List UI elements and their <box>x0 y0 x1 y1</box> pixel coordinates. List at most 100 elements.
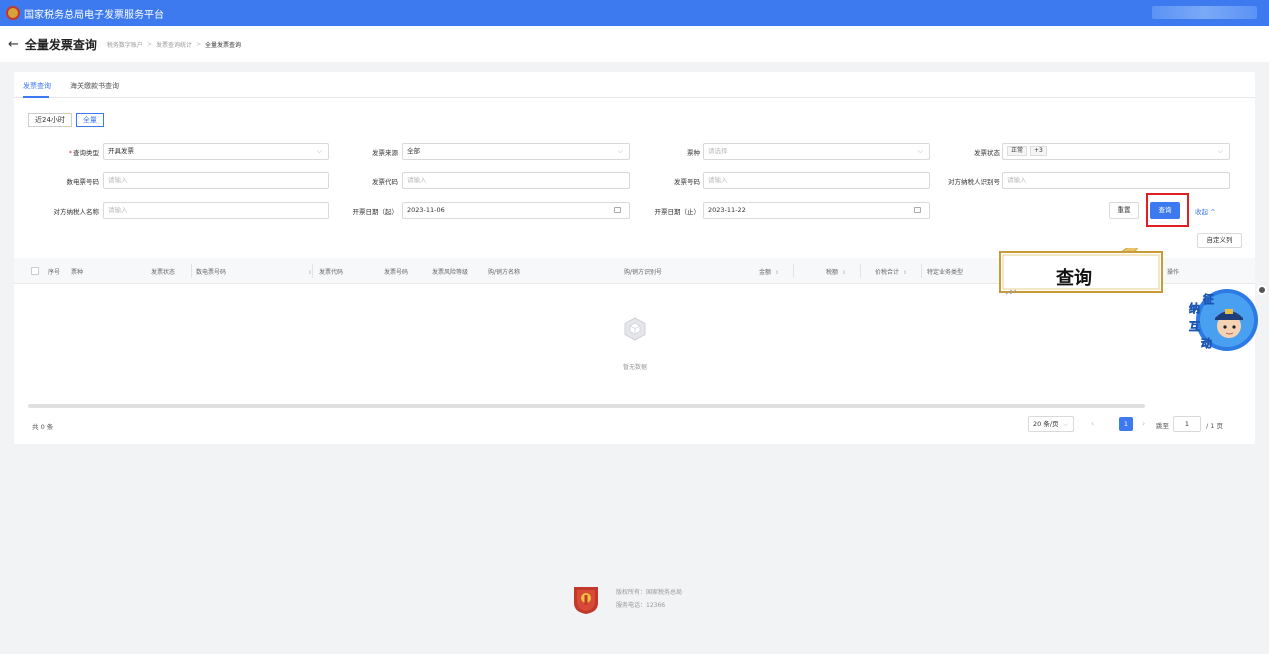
col-header-ticket-type: 票种 <box>71 269 84 276</box>
callout-text: 查询 <box>1056 268 1092 289</box>
footer-copyright: 版权所有：国家税务总局 <box>616 589 683 596</box>
col-header-party-id: 购/销方识别号 <box>624 269 663 276</box>
select-all-checkbox[interactable] <box>31 267 39 275</box>
time-range-toggle: 近24小时 全量 <box>28 113 104 127</box>
page-size-select[interactable]: 20 条/页 ⌵ <box>1028 416 1074 432</box>
invoice-no-input[interactable]: 请输入 <box>703 172 930 189</box>
back-arrow-icon[interactable]: ← <box>8 37 19 52</box>
date-start-picker[interactable]: 2023-11-06 <box>402 202 630 219</box>
column-divider <box>860 264 861 278</box>
col-header-total[interactable]: 价税合计 ⇕ <box>875 267 907 276</box>
total-count: 共 0 条 <box>32 423 54 431</box>
chevron-down-icon: ⌵ <box>617 147 623 155</box>
sort-icon: ⇕ <box>775 270 780 276</box>
filter-row-3: 对方纳税人名称 请输入 开票日期（起） 2023-11-06 开票日期（止） 2… <box>14 202 1255 219</box>
col-header-party-name: 购/销方名称 <box>488 269 521 276</box>
tab-customs-query[interactable]: 海关缴款书查询 <box>70 81 119 91</box>
reset-button[interactable]: 重置 <box>1109 202 1139 219</box>
query-button[interactable]: 查询 <box>1150 202 1180 219</box>
range-all-button[interactable]: 全量 <box>75 113 104 127</box>
mascot-char-2: 纳 <box>1189 301 1200 315</box>
counter-name-label: 对方纳税人名称 <box>53 208 100 216</box>
range-last24h-button[interactable]: 近24小时 <box>28 113 72 127</box>
counter-tax-id-label: 对方纳税人识别号 <box>948 178 1000 186</box>
query-type-select[interactable]: 开具发票 ⌵ <box>103 143 329 160</box>
mascot-char-1: 征 <box>1203 292 1214 306</box>
query-type-label: *查询类型 <box>68 149 99 157</box>
source-select[interactable]: 全部 ⌵ <box>402 143 630 160</box>
status-more-tag: +3 <box>1030 146 1047 156</box>
page-current-button[interactable]: 1 <box>1119 417 1133 431</box>
calendar-icon <box>914 207 921 213</box>
filter-row-1: *查询类型 开具发票 ⌵ 发票来源 全部 ⌵ 票种 请选择 ⌵ 发票状态 正常 +3 ⌵ <box>14 143 1255 160</box>
col-header-digital-no[interactable]: 数电票号码 ⇕ <box>196 267 312 276</box>
empty-box-icon <box>624 317 646 341</box>
horizontal-scrollbar[interactable] <box>28 404 1145 408</box>
footer-hotline: 服务电话：12366 <box>616 602 666 609</box>
col-header-amount[interactable]: 金额 ⇕ <box>759 267 779 276</box>
digital-no-input[interactable]: 请输入 <box>103 172 329 189</box>
source-label: 发票来源 <box>372 149 398 157</box>
jump-label: 跳至 <box>1156 422 1169 430</box>
next-page-icon[interactable]: › <box>1142 419 1145 428</box>
custom-columns-button[interactable]: 自定义列 <box>1197 233 1242 248</box>
breadcrumb-separator-icon: > <box>195 40 202 48</box>
col-header-status: 发票状态 <box>151 269 176 276</box>
chevron-down-icon: ⌵ <box>1063 420 1068 428</box>
invoice-no-label: 发票号码 <box>674 178 700 186</box>
platform-title: 国家税务总局电子发票服务平台 <box>24 9 164 21</box>
sort-icon: ⇕ <box>842 270 847 276</box>
collapse-toggle[interactable]: 收起 ^ <box>1195 206 1216 216</box>
user-account-area[interactable] <box>1152 6 1257 19</box>
breadcrumb-bar: ← 全量发票查询 税务数字账户 > 发票查询统计 > 全量发票查询 <box>0 26 1269 62</box>
prev-page-icon[interactable]: ‹ <box>1091 419 1094 428</box>
status-tag: 正常 <box>1007 146 1028 156</box>
status-label: 发票状态 <box>974 149 1000 157</box>
chevron-down-icon: ⌵ <box>316 147 322 155</box>
page-title: 全量发票查询 <box>24 37 97 52</box>
counter-tax-id-input[interactable]: 请输入 <box>1002 172 1230 189</box>
breadcrumb-item-current: 全量发票查询 <box>205 41 242 49</box>
status-select[interactable]: 正常 +3 ⌵ <box>1002 143 1230 160</box>
col-header-actions: 操作 <box>1167 269 1180 276</box>
side-handle-icon[interactable] <box>1257 285 1267 295</box>
column-divider <box>191 264 192 278</box>
column-divider <box>921 264 922 278</box>
ticket-type-label: 票种 <box>687 149 700 157</box>
breadcrumb-item-account[interactable]: 税务数字账户 <box>107 40 143 49</box>
emblem-icon <box>6 6 20 20</box>
active-tab-indicator <box>23 96 49 98</box>
tab-invoice-query[interactable]: 发票查询 <box>23 81 51 91</box>
date-end-picker[interactable]: 2023-11-22 <box>703 202 930 219</box>
filter-row-2: 数电票号码 请输入 发票代码 请输入 发票号码 请输入 对方纳税人识别号 请输入 <box>14 172 1255 189</box>
col-header-tax[interactable]: 税额 ⇕ <box>826 267 846 276</box>
column-divider <box>793 264 794 278</box>
chevron-down-icon: ⌵ <box>1217 147 1223 155</box>
calendar-icon <box>614 207 621 213</box>
column-divider <box>312 264 313 278</box>
date-start-label: 开票日期（起） <box>352 208 399 216</box>
col-header-risk-level: 发票风险等级 <box>432 269 469 276</box>
col-header-index: 序号 <box>48 269 61 276</box>
empty-state-text: 暂无数据 <box>623 364 648 371</box>
invoice-code-label: 发票代码 <box>372 178 398 186</box>
digital-no-label: 数电票号码 <box>66 178 100 186</box>
sort-icon: ⇕ <box>903 270 908 276</box>
total-pages-label: / 1 页 <box>1206 422 1223 430</box>
mascot-assistant-icon[interactable]: 征 纳 互 动 <box>1185 282 1259 354</box>
jump-page-input[interactable]: 1 <box>1173 416 1201 432</box>
col-header-business-type: 特定业务类型 <box>927 269 964 276</box>
counter-name-input[interactable]: 请输入 <box>103 202 329 219</box>
breadcrumb-separator-icon: > <box>146 40 152 48</box>
top-bar: 国家税务总局电子发票服务平台 <box>0 0 1269 26</box>
chevron-down-icon: ⌵ <box>917 147 923 155</box>
tab-bar: 发票查询 海关缴款书查询 <box>14 72 1255 98</box>
mascot-char-3: 互 <box>1189 320 1200 333</box>
col-header-invoice-code: 发票代码 <box>319 269 344 276</box>
mascot-char-4: 动 <box>1201 336 1212 350</box>
date-end-label: 开票日期（止） <box>654 208 701 216</box>
breadcrumb-item-stats[interactable]: 发票查询统计 <box>156 40 192 49</box>
ticket-type-select[interactable]: 请选择 ⌵ <box>703 143 930 160</box>
col-header-invoice-no: 发票号码 <box>384 269 409 276</box>
invoice-code-input[interactable]: 请输入 <box>402 172 630 189</box>
